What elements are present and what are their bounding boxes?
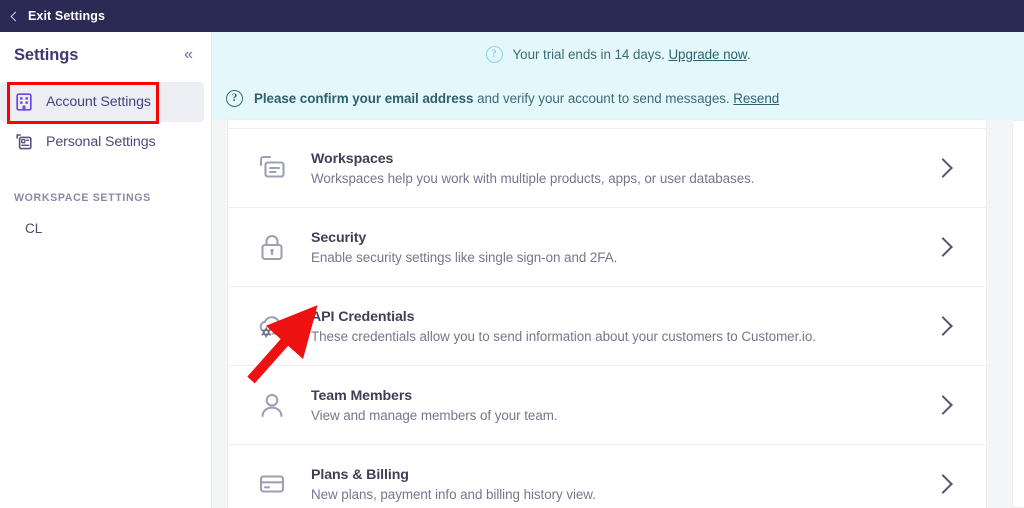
confirm-email-banner-text: Please confirm your email address and ve… [254, 91, 779, 106]
content-area: ? Your trial ends in 14 days. Upgrade no… [212, 32, 1024, 508]
top-bar: Exit Settings [0, 0, 1024, 32]
workspace-list: CL [0, 218, 211, 240]
card-top-strip [228, 120, 986, 128]
id-card-icon [14, 132, 34, 152]
confirm-email-message: and verify your account to send messages… [473, 90, 734, 106]
question-circle-icon: ? [226, 89, 243, 107]
settings-row-title: Workspaces [311, 150, 394, 167]
settings-row-team-members[interactable]: Team Members View and manage members of … [228, 365, 986, 444]
settings-row-body: Plans & Billing New plans, payment info … [311, 467, 936, 502]
chevron-right-icon[interactable] [933, 237, 953, 257]
settings-row-title: Security [311, 229, 367, 246]
exit-settings-label: Exit Settings [28, 9, 106, 23]
workspace-item-cl[interactable]: CL [0, 218, 211, 240]
settings-row-body: Workspaces Workspaces help you work with… [311, 151, 936, 186]
settings-row-description: These credentials allow you to send info… [311, 328, 816, 344]
chevron-right-icon[interactable] [933, 474, 953, 494]
collapse-sidebar-icon[interactable]: « [182, 45, 195, 65]
settings-row-title: API Credentials [311, 308, 415, 325]
resend-link[interactable]: Resend [733, 91, 779, 106]
exit-settings-button[interactable]: Exit Settings [10, 9, 105, 23]
confirm-email-bold-text: Please confirm your email address [254, 90, 474, 106]
settings-row-description: Enable security settings like single sig… [311, 249, 618, 265]
settings-row-description: Workspaces help you work with multiple p… [311, 170, 755, 186]
sidebar-item-label: Account Settings [46, 94, 151, 110]
credit-card-icon [253, 465, 291, 503]
sidebar-item-label: Personal Settings [46, 134, 156, 150]
page-title: Settings [14, 45, 79, 64]
settings-row-plans-billing[interactable]: Plans & Billing New plans, payment info … [228, 444, 986, 508]
chevron-right-icon[interactable] [933, 158, 953, 178]
sidebar-item-account-settings[interactable]: Account Settings [0, 82, 204, 122]
chevron-right-icon[interactable] [933, 395, 953, 415]
account-settings-card: Workspaces Workspaces help you work with… [228, 120, 986, 508]
settings-row-description: New plans, payment info and billing hist… [311, 486, 596, 502]
trial-banner-suffix: . [746, 46, 751, 62]
sidebar-item-account-settings-wrapper: Account Settings [0, 82, 211, 124]
settings-sidebar: Settings « Account Settings Personal Set… [0, 32, 212, 508]
settings-row-body: Team Members View and manage members of … [311, 388, 936, 423]
upgrade-now-link[interactable]: Upgrade now [668, 47, 746, 62]
sidebar-header: Settings « [0, 32, 211, 78]
workspace-settings-heading: WORKSPACE SETTINGS [14, 192, 151, 204]
trial-banner: ? Your trial ends in 14 days. Upgrade no… [212, 32, 1024, 76]
confirm-email-banner: ? Please confirm your email address and … [212, 76, 1024, 120]
building-icon [14, 92, 34, 112]
workspaces-icon [253, 149, 291, 187]
person-icon [253, 386, 291, 424]
lock-icon [253, 228, 291, 266]
chevron-right-icon[interactable] [933, 316, 953, 336]
settings-row-api-credentials[interactable]: API Credentials These credentials allow … [228, 286, 986, 365]
settings-row-body: API Credentials These credentials allow … [311, 309, 936, 344]
trial-banner-message: Your trial ends in 14 days. [512, 46, 669, 62]
chevron-left-icon [10, 11, 21, 21]
cloud-gear-icon [253, 307, 291, 345]
settings-row-workspaces[interactable]: Workspaces Workspaces help you work with… [228, 128, 986, 207]
question-circle-icon: ? [485, 45, 503, 63]
settings-row-title: Team Members [311, 387, 413, 404]
right-panel-edge [1012, 120, 1024, 508]
settings-row-title: Plans & Billing [311, 466, 409, 483]
settings-row-description: View and manage members of your team. [311, 407, 558, 423]
trial-banner-text: Your trial ends in 14 days. Upgrade now. [513, 47, 751, 62]
sidebar-item-personal-settings[interactable]: Personal Settings [0, 122, 204, 162]
settings-row-body: Security Enable security settings like s… [311, 230, 936, 265]
settings-row-security[interactable]: Security Enable security settings like s… [228, 207, 986, 286]
